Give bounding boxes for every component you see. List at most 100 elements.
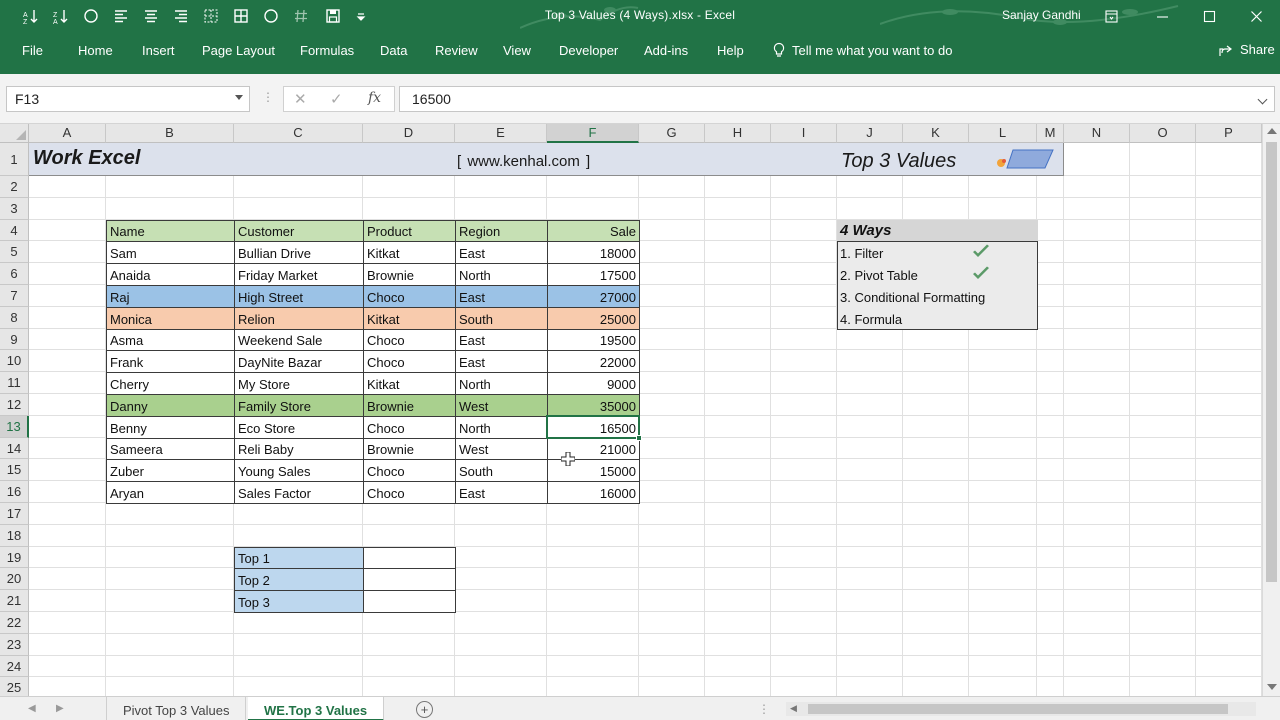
column-header-d[interactable]: D bbox=[363, 124, 455, 143]
table-cell-name[interactable]: Sameera bbox=[106, 437, 235, 461]
tab-home[interactable]: Home bbox=[78, 43, 113, 58]
top3-label[interactable]: Top 2 bbox=[234, 568, 364, 592]
column-header-a[interactable]: A bbox=[29, 124, 106, 143]
column-header-b[interactable]: B bbox=[106, 124, 234, 143]
table-cell-name[interactable]: Zuber bbox=[106, 459, 235, 483]
horizontal-scroll-thumb[interactable] bbox=[808, 704, 1228, 714]
add-sheet-icon[interactable]: + bbox=[416, 701, 433, 718]
table-cell-region[interactable]: East bbox=[455, 285, 548, 308]
column-header-k[interactable]: K bbox=[903, 124, 969, 143]
vertical-scroll-thumb[interactable] bbox=[1266, 142, 1277, 582]
table-cell-customer[interactable]: DayNite Bazar bbox=[234, 350, 364, 374]
row-header-6[interactable]: 6 bbox=[0, 263, 29, 285]
table-cell-customer[interactable]: Reli Baby bbox=[234, 437, 364, 461]
table-cell-region[interactable]: South bbox=[455, 306, 548, 330]
row-header-8[interactable]: 8 bbox=[0, 306, 29, 329]
table-cell-product[interactable]: Choco bbox=[363, 481, 456, 504]
row-header-21[interactable]: 21 bbox=[0, 590, 29, 612]
table-cell-name[interactable]: Benny bbox=[106, 415, 235, 439]
table-cell-customer[interactable]: High Street bbox=[234, 285, 364, 308]
column-header-l[interactable]: L bbox=[969, 124, 1037, 143]
table-cell-product[interactable]: Kitkat bbox=[363, 306, 456, 330]
row-header-25[interactable]: 25 bbox=[0, 677, 29, 696]
table-cell-region[interactable]: East bbox=[455, 241, 548, 265]
row-header-3[interactable]: 3 bbox=[0, 197, 29, 220]
table-cell-region[interactable]: South bbox=[455, 459, 548, 483]
row-header-4[interactable]: 4 bbox=[0, 219, 29, 242]
table-cell-sale[interactable]: 17500 bbox=[547, 263, 640, 286]
row-header-20[interactable]: 20 bbox=[0, 568, 29, 591]
table-cell-product[interactable]: Kitkat bbox=[363, 241, 456, 265]
cancel-icon[interactable]: ✕ bbox=[294, 90, 307, 108]
top3-value-cell[interactable] bbox=[363, 546, 456, 570]
top3-label[interactable]: Top 1 bbox=[234, 546, 364, 570]
top3-value-cell[interactable] bbox=[363, 590, 456, 613]
row-header-18[interactable]: 18 bbox=[0, 524, 29, 547]
minimize-icon[interactable] bbox=[1149, 3, 1175, 29]
chevron-down-icon[interactable] bbox=[235, 95, 243, 100]
table-cell-product[interactable]: Choco bbox=[363, 328, 456, 352]
tab-view[interactable]: View bbox=[503, 43, 531, 58]
fill-handle[interactable] bbox=[636, 434, 642, 441]
row-header-17[interactable]: 17 bbox=[0, 503, 29, 525]
table-header-customer[interactable]: Customer bbox=[234, 219, 364, 243]
row-header-19[interactable]: 19 bbox=[0, 546, 29, 569]
table-cell-region[interactable]: North bbox=[455, 415, 548, 439]
table-cell-product[interactable]: Kitkat bbox=[363, 372, 456, 395]
worksheet-grid[interactable]: ABCDEFGHIJKLMNOP 1 2 3 4 5 6 7 8 9 10 11 12 13 14 15 16… bbox=[0, 124, 1262, 696]
tab-page-layout[interactable]: Page Layout bbox=[202, 43, 275, 58]
tab-file[interactable]: File bbox=[22, 43, 43, 58]
row-header-23[interactable]: 23 bbox=[0, 633, 29, 656]
formula-bar-grip-icon[interactable]: ⋮ bbox=[262, 90, 274, 104]
enter-icon[interactable]: ✓ bbox=[330, 90, 343, 108]
select-all-button[interactable] bbox=[0, 124, 29, 143]
row-header-13[interactable]: 13 bbox=[0, 415, 29, 438]
table-cell-sale[interactable]: 35000 bbox=[547, 394, 640, 417]
table-cell-sale[interactable]: 16000 bbox=[547, 481, 640, 504]
table-cell-customer[interactable]: Young Sales bbox=[234, 459, 364, 483]
tab-review[interactable]: Review bbox=[435, 43, 478, 58]
table-cell-sale[interactable]: 9000 bbox=[547, 372, 640, 395]
formula-input[interactable]: 16500 bbox=[399, 86, 1275, 112]
table-cell-sale[interactable]: 22000 bbox=[547, 350, 640, 374]
expand-formula-bar-icon[interactable] bbox=[1257, 94, 1268, 105]
table-cell-customer[interactable]: Friday Market bbox=[234, 263, 364, 286]
table-cell-name[interactable]: Sam bbox=[106, 241, 235, 265]
horizontal-scrollbar[interactable]: ◀ bbox=[786, 702, 1256, 716]
row-header-24[interactable]: 24 bbox=[0, 655, 29, 678]
tab-help[interactable]: Help bbox=[717, 43, 744, 58]
table-cell-customer[interactable]: Eco Store bbox=[234, 415, 364, 439]
tab-data[interactable]: Data bbox=[380, 43, 407, 58]
tab-splitter-icon[interactable]: ⋮ bbox=[758, 702, 770, 716]
tab-developer[interactable]: Developer bbox=[559, 43, 618, 58]
share-button[interactable]: Share bbox=[1218, 42, 1275, 57]
column-header-p[interactable]: P bbox=[1196, 124, 1262, 143]
column-header-i[interactable]: I bbox=[771, 124, 837, 143]
user-name[interactable]: Sanjay Gandhi bbox=[1002, 8, 1081, 22]
table-cell-region[interactable]: North bbox=[455, 372, 548, 395]
table-cell-customer[interactable]: Sales Factor bbox=[234, 481, 364, 504]
table-cell-name[interactable]: Frank bbox=[106, 350, 235, 374]
row-header-16[interactable]: 16 bbox=[0, 481, 29, 503]
table-cell-product[interactable]: Choco bbox=[363, 350, 456, 374]
row-header-1[interactable]: 1 bbox=[0, 143, 29, 176]
column-header-g[interactable]: G bbox=[639, 124, 705, 143]
table-cell-sale[interactable]: 25000 bbox=[547, 306, 640, 330]
table-cell-name[interactable]: Anaida bbox=[106, 263, 235, 286]
table-cell-product[interactable]: Brownie bbox=[363, 263, 456, 286]
top3-label[interactable]: Top 3 bbox=[234, 590, 364, 613]
column-header-e[interactable]: E bbox=[455, 124, 547, 143]
table-cell-sale[interactable]: 16500 bbox=[547, 415, 640, 439]
table-header-region[interactable]: Region bbox=[455, 219, 548, 243]
table-cell-region[interactable]: West bbox=[455, 394, 548, 417]
tell-me-search[interactable]: Tell me what you want to do bbox=[772, 42, 952, 58]
vertical-scrollbar[interactable] bbox=[1262, 124, 1280, 696]
column-header-n[interactable]: N bbox=[1064, 124, 1130, 143]
table-cell-name[interactable]: Danny bbox=[106, 394, 235, 417]
column-header-h[interactable]: H bbox=[705, 124, 771, 143]
table-cell-customer[interactable]: Weekend Sale bbox=[234, 328, 364, 352]
table-cell-region[interactable]: East bbox=[455, 328, 548, 352]
table-header-product[interactable]: Product bbox=[363, 219, 456, 243]
ribbon-display-options-icon[interactable] bbox=[1098, 3, 1124, 29]
sheet-tab-pivot-top-3-values[interactable]: Pivot Top 3 Values bbox=[106, 697, 247, 720]
